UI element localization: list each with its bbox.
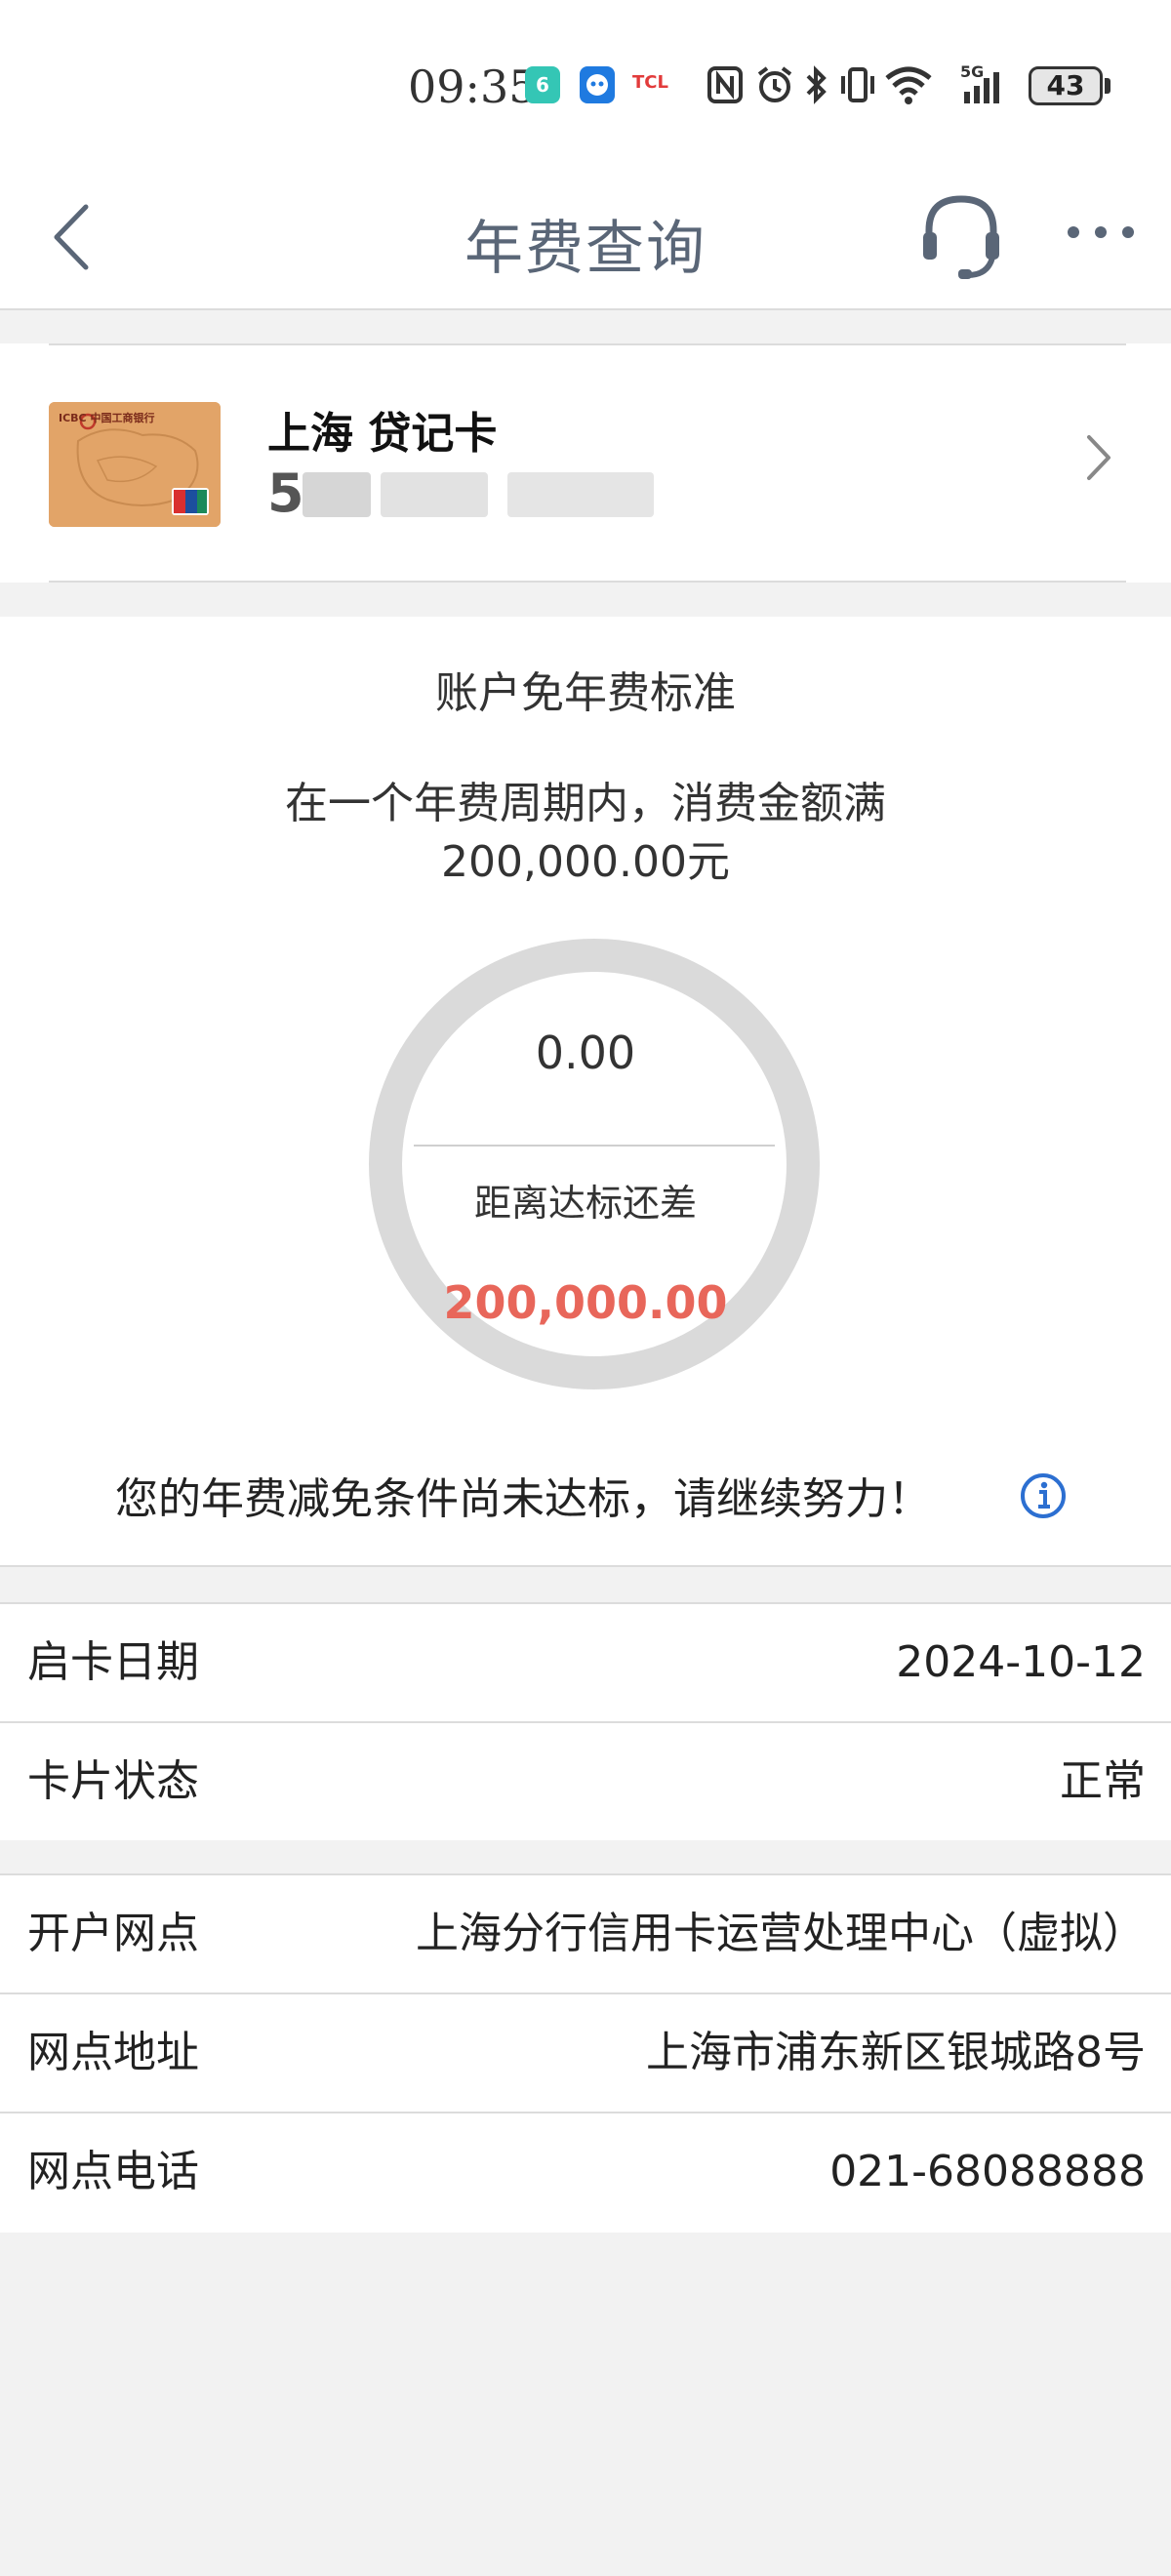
battery-tip bbox=[1105, 78, 1110, 94]
row-value: 正常 bbox=[1060, 1756, 1146, 1806]
info-icon[interactable] bbox=[1019, 1471, 1068, 1520]
ring-divider bbox=[414, 1145, 775, 1147]
row-label: 开户网点 bbox=[27, 1909, 199, 1958]
spent-amount: 0.00 bbox=[535, 1026, 636, 1079]
card-info-group: 启卡日期 2024-10-12 卡片状态 正常 bbox=[0, 1602, 1171, 1842]
card-number-mask bbox=[303, 472, 371, 517]
customer-service-icon[interactable] bbox=[917, 187, 1005, 285]
card-number-mask bbox=[507, 472, 654, 517]
bluetooth-icon bbox=[806, 65, 827, 104]
nav-divider bbox=[0, 308, 1171, 343]
info-row-card-status: 卡片状态 正常 bbox=[0, 1723, 1171, 1842]
brand-app-icon: TCL bbox=[632, 72, 668, 93]
info-row-phone[interactable]: 网点电话 021-68088888 bbox=[0, 2113, 1171, 2233]
card-name: 上海 贷记卡 bbox=[267, 409, 498, 459]
nfc-icon bbox=[707, 66, 743, 103]
divider bbox=[49, 581, 1126, 583]
section-divider bbox=[0, 1840, 1171, 1873]
remaining-amount: 200,000.00 bbox=[443, 1276, 728, 1329]
row-value: 2024-10-12 bbox=[896, 1637, 1146, 1687]
info-row-branch: 开户网点 上海分行信用卡运营处理中心（虚拟） bbox=[0, 1875, 1171, 1994]
status-bar: 09:35 6 TCL 5G 43 bbox=[0, 0, 1171, 166]
chat-app-icon bbox=[580, 66, 615, 103]
remaining-label: 距离达标还差 bbox=[473, 1182, 697, 1225]
row-label: 网点电话 bbox=[27, 2147, 199, 2196]
card-thumbnail: ICBC 中国工商银行 bbox=[49, 402, 221, 527]
row-label: 网点地址 bbox=[27, 2028, 199, 2077]
row-label: 启卡日期 bbox=[27, 1637, 199, 1687]
branch-info-group: 开户网点 上海分行信用卡运营处理中心（虚拟） 网点地址 上海市浦东新区银城路8号… bbox=[0, 1873, 1171, 2233]
info-row-open-date: 启卡日期 2024-10-12 bbox=[0, 1604, 1171, 1723]
vibrate-icon bbox=[841, 67, 874, 102]
fee-waiver-standard: 账户免年费标准 在一个年费周期内，消费金额满 200,000.00元 0.00 … bbox=[0, 617, 1171, 1565]
signal-icon bbox=[964, 72, 999, 103]
standard-description-line1: 在一个年费周期内，消费金额满 bbox=[285, 779, 886, 828]
standard-description: 在一个年费周期内，消费金额满 200,000.00元 bbox=[0, 775, 1171, 892]
status-message: 您的年费减免条件尚未达标，请继续努力！ bbox=[115, 1474, 931, 1524]
row-value[interactable]: 021-68088888 bbox=[829, 2113, 1146, 2231]
standard-title: 账户免年费标准 bbox=[435, 668, 736, 718]
status-time: 09:35 bbox=[408, 60, 538, 113]
more-icon[interactable] bbox=[1064, 221, 1138, 244]
battery-icon: 43 bbox=[1029, 66, 1103, 105]
card-bank-label: ICBC 中国工商银行 bbox=[59, 412, 155, 424]
row-label: 卡片状态 bbox=[27, 1756, 199, 1806]
section-divider bbox=[0, 1565, 1171, 1602]
divider bbox=[49, 343, 1126, 345]
chevron-right-icon bbox=[1087, 435, 1110, 480]
card-number-mask bbox=[381, 472, 488, 517]
card-number: 5 bbox=[267, 463, 304, 524]
card-selector[interactable]: ICBC 中国工商银行 上海 贷记卡 5 bbox=[0, 343, 1171, 583]
row-value: 上海市浦东新区银城路8号 bbox=[646, 2028, 1146, 2077]
row-value: 上海分行信用卡运营处理中心（虚拟） bbox=[416, 1909, 1146, 1958]
standard-description-line2: 200,000.00元 bbox=[441, 837, 730, 887]
alarm-icon bbox=[757, 66, 792, 102]
wifi-icon bbox=[885, 66, 932, 104]
notification-app-icon: 6 bbox=[525, 66, 560, 103]
info-row-address: 网点地址 上海市浦东新区银城路8号 bbox=[0, 1994, 1171, 2113]
nav-bar: 年费查询 bbox=[0, 166, 1171, 308]
screen: 09:35 6 TCL 5G 43 年费查询 ICBC 中国工商银行 上海 贷记… bbox=[0, 0, 1171, 2576]
